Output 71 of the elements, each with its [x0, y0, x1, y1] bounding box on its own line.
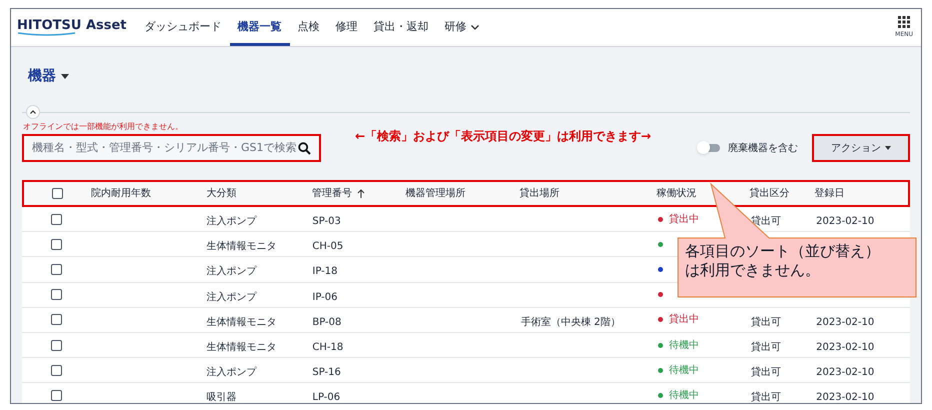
caret-icon [885, 146, 891, 150]
nav-tab[interactable]: 研修 [436, 9, 487, 46]
table-cell: SP-16 [312, 367, 341, 378]
table-cell: 注入ポンプ [206, 292, 257, 303]
checkbox[interactable] [51, 238, 62, 250]
toggle-switch[interactable] [700, 144, 720, 152]
table-cell: 2023-02-10 [816, 392, 874, 403]
checkbox[interactable] [51, 390, 62, 401]
table-cell: IP-18 [312, 266, 338, 278]
table-cell: SP-03 [312, 216, 341, 228]
table-cell: 貸出可 [750, 342, 781, 354]
chevron-up-icon [30, 110, 36, 114]
table-cell: CH-18 [312, 342, 344, 354]
column-header[interactable]: 稼働状況 [656, 186, 697, 201]
table-cell: 2023-02-10 [816, 367, 874, 378]
table-cell: CH-05 [312, 241, 344, 252]
checkbox[interactable] [51, 364, 62, 376]
column-header[interactable]: 大分類 [206, 186, 236, 201]
table-cell: 注入ポンプ [206, 266, 257, 278]
table-cell: 注入ポンプ [206, 216, 257, 228]
status-text: 貸出中 [669, 312, 700, 328]
column-header[interactable]: 院内耐用年数 [91, 186, 152, 201]
offline-notice: オフラインでは一部機能が利用できません。 [22, 122, 184, 132]
nav-tab[interactable]: 機器一覧 [230, 9, 290, 46]
table-cell: 吸引器 [206, 392, 237, 403]
search-field[interactable]: 機種名・型式・管理番号・シリアル番号・GS1で検索 [24, 136, 319, 160]
checkbox[interactable] [51, 340, 62, 351]
checkbox[interactable] [51, 214, 62, 225]
checkbox[interactable] [51, 289, 62, 300]
table-cell: 2023-02-10 [816, 216, 874, 228]
checkbox[interactable] [51, 264, 62, 275]
action-button[interactable]: アクション [814, 136, 908, 160]
annotation-note: ←「検索」および「表示項目の変更」は利用できます→ [355, 128, 652, 145]
table-cell: 手術室（中央棟 2階） [520, 316, 620, 328]
table-cell: BP-08 [312, 316, 342, 328]
page-title[interactable]: 機器 [28, 66, 56, 86]
table-cell: 生体情報モニタ [206, 316, 277, 328]
status-text: 待機中 [669, 364, 700, 378]
column-header[interactable]: 管理番号 [312, 186, 352, 201]
table-cell: 貸出可 [750, 367, 781, 378]
table-cell: 2023-02-10 [816, 342, 874, 354]
table-cell: 生体情報モニタ [206, 241, 277, 252]
arrow-up-icon[interactable] [356, 189, 365, 198]
column-header[interactable]: 貸出場所 [520, 186, 560, 201]
nav-tab[interactable]: 修理 [328, 9, 366, 46]
table-cell: 注入ポンプ [206, 367, 257, 378]
toggle-label: 廃棄機器を含む [728, 142, 798, 156]
table-cell: LP-06 [312, 392, 340, 403]
status-text: 待機中 [669, 338, 700, 353]
search-icon[interactable] [298, 142, 311, 154]
nav-tab[interactable]: 点検 [290, 9, 328, 46]
table-cell: 貸出可 [750, 392, 781, 403]
menu-icon[interactable] [898, 16, 910, 28]
column-header[interactable]: 登録日 [814, 186, 844, 201]
status-text: 貸出中 [669, 212, 700, 227]
nav-tab[interactable]: ダッシュボード [136, 9, 230, 46]
logo-swoosh-icon [17, 32, 77, 36]
status-text: 待機中 [669, 388, 700, 403]
table-cell: 生体情報モニタ [206, 342, 277, 354]
checkbox[interactable] [52, 188, 63, 199]
callout-text: 各項目のソート（並び替え）は利用できません。 [685, 242, 881, 280]
column-header[interactable]: 機器管理場所 [405, 186, 466, 201]
table-cell: 貸出可 [750, 316, 781, 328]
table-cell: 2023-02-10 [816, 316, 874, 328]
checkbox[interactable] [51, 314, 62, 326]
table-cell: IP-06 [312, 292, 338, 303]
caret-icon[interactable] [61, 74, 69, 78]
logo: HITOTSU Asset [17, 19, 127, 32]
collapse-button[interactable] [26, 105, 40, 119]
nav-tab[interactable]: 貸出・返却 [366, 9, 437, 46]
column-header[interactable]: 貸出区分 [749, 186, 790, 201]
